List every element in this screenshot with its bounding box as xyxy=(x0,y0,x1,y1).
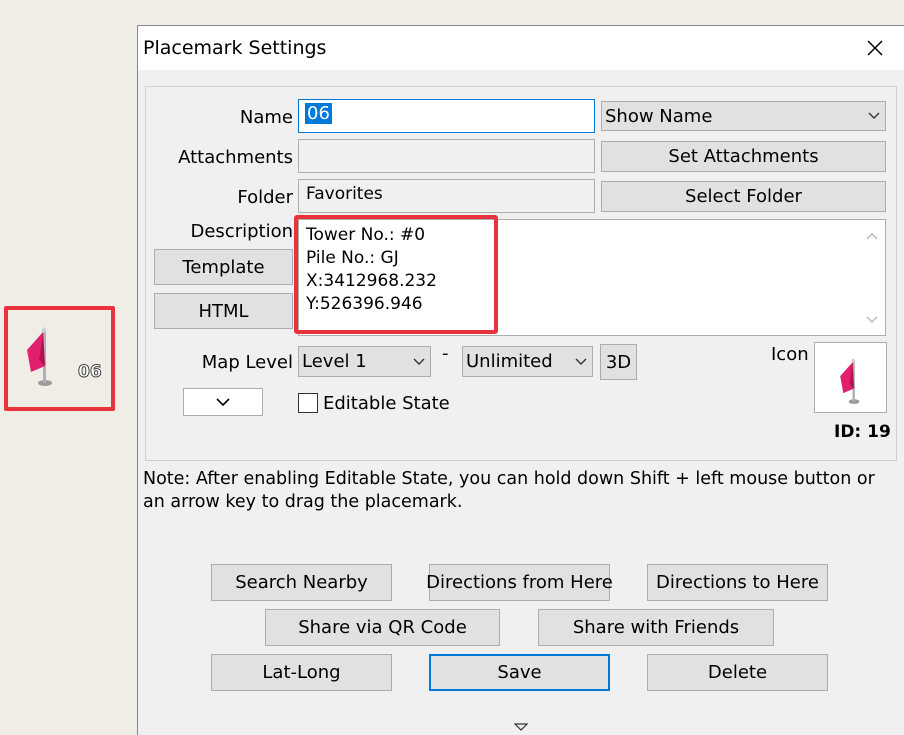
editable-note: Note: After enabling Editable State, you… xyxy=(143,469,875,512)
scroll-up-icon[interactable] xyxy=(866,232,878,240)
editable-state-label: Editable State xyxy=(323,393,450,414)
description-line: Y:526396.946 xyxy=(306,294,423,314)
delete-button[interactable]: Delete xyxy=(647,654,828,691)
editable-state-checkbox[interactable] xyxy=(298,393,318,413)
show-name-value: Show Name xyxy=(605,105,713,127)
icon-picker[interactable] xyxy=(814,342,887,413)
name-input[interactable]: 06 xyxy=(298,99,595,133)
map-level-separator: - xyxy=(442,343,449,364)
3d-button[interactable]: 3D xyxy=(600,344,637,380)
more-arrow-icon[interactable] xyxy=(514,723,528,732)
map-level-label: Map Level xyxy=(201,352,293,373)
template-button[interactable]: Template xyxy=(154,249,293,285)
attachments-label: Attachments xyxy=(178,147,293,168)
directions-to-here-button[interactable]: Directions to Here xyxy=(647,564,828,601)
icon-label: Icon xyxy=(771,344,809,365)
chevron-down-icon xyxy=(408,347,430,376)
directions-from-here-button[interactable]: Directions from Here xyxy=(426,564,613,601)
scroll-down-icon[interactable] xyxy=(866,316,878,324)
description-text: Tower No.: #0 Pile No.: GJ X:3412968.232… xyxy=(306,224,437,316)
set-attachments-button[interactable]: Set Attachments xyxy=(601,141,886,172)
folder-label: Folder xyxy=(237,187,293,208)
map-level-min-value: Level 1 xyxy=(302,351,367,372)
description-line: Tower No.: #0 xyxy=(306,225,426,245)
map-level-max-select[interactable]: Unlimited xyxy=(462,346,593,377)
flag-icon xyxy=(27,327,52,386)
close-icon xyxy=(867,40,883,56)
html-button[interactable]: HTML xyxy=(154,293,293,329)
description-line: Pile No.: GJ xyxy=(306,248,399,268)
search-nearby-button[interactable]: Search Nearby xyxy=(211,564,392,601)
share-with-friends-button[interactable]: Share with Friends xyxy=(538,609,774,646)
window-title: Placemark Settings xyxy=(143,37,327,59)
description-label: Description xyxy=(190,221,293,242)
title-bar: Placemark Settings xyxy=(138,26,904,70)
placemark-label: 06 xyxy=(78,362,103,383)
map-level-min-select[interactable]: Level 1 xyxy=(298,346,431,377)
map-level-max-value: Unlimited xyxy=(466,351,553,372)
save-button[interactable]: Save xyxy=(429,654,610,691)
options-dropdown-button[interactable] xyxy=(183,388,263,416)
chevron-down-icon xyxy=(570,347,592,376)
close-button[interactable] xyxy=(858,32,892,64)
select-folder-button[interactable]: Select Folder xyxy=(601,181,886,212)
lat-long-button[interactable]: Lat-Long xyxy=(211,654,392,691)
map-placemark[interactable]: 06 xyxy=(4,306,115,411)
name-input-value: 06 xyxy=(305,103,332,124)
name-label: Name xyxy=(239,107,293,128)
chevron-down-icon xyxy=(863,102,885,130)
share-qr-code-button[interactable]: Share via QR Code xyxy=(265,609,500,646)
show-name-select[interactable]: Show Name xyxy=(601,101,886,131)
attachments-field[interactable] xyxy=(298,139,595,173)
chevron-down-icon xyxy=(216,397,230,406)
description-line: X:3412968.232 xyxy=(306,271,437,291)
folder-field[interactable]: Favorites xyxy=(298,179,595,213)
flag-icon xyxy=(840,358,860,404)
id-label: ID: 19 xyxy=(834,422,891,442)
scrollbar[interactable] xyxy=(859,220,885,335)
